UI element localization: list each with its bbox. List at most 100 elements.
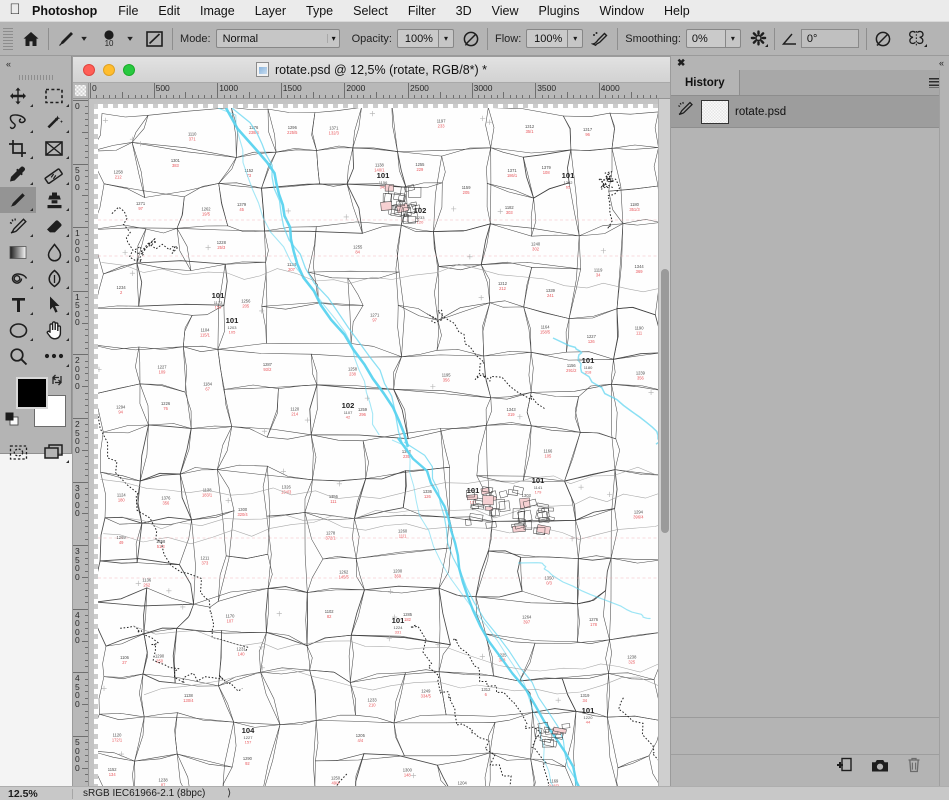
document-title-bar[interactable]: rotate.psd @ 12,5% (rotate, RGB/8*) * (73, 57, 670, 83)
path-arrow-icon (49, 296, 59, 313)
chevron-down-icon[interactable]: ▾ (81, 34, 87, 43)
brush-panel-toggle-icon[interactable] (144, 29, 165, 49)
opacity-control[interactable]: 100% ▾ (396, 29, 454, 48)
symmetry-butterfly-icon[interactable] (906, 30, 927, 48)
status-expand-chevron-icon[interactable]: ⟩ (205, 788, 231, 799)
menu-file[interactable]: File (108, 4, 148, 18)
dodge-tool[interactable] (0, 265, 36, 291)
menu-help[interactable]: Help (654, 4, 700, 18)
history-brush-tool[interactable] (0, 213, 36, 239)
frame-tool[interactable] (36, 135, 72, 161)
tab-history[interactable]: History (671, 70, 740, 95)
ruler-label: 3500 (537, 83, 557, 93)
drag-grip-icon[interactable] (0, 71, 71, 83)
lasso-tool[interactable] (0, 109, 36, 135)
horizontal-ruler[interactable]: 0 500 1000 1500 2000 2500 3000 3500 4000 (89, 83, 670, 99)
opacity-stepper-icon[interactable]: ▾ (438, 29, 454, 48)
pressure-size-icon[interactable] (874, 30, 892, 48)
app-name-label[interactable]: Photoshop (30, 4, 108, 18)
brush-size-chevron-icon[interactable]: ▾ (127, 34, 133, 43)
gradient-tool[interactable] (0, 239, 36, 265)
history-state-row[interactable]: rotate.psd (671, 96, 949, 128)
flow-value[interactable]: 100% (526, 29, 569, 48)
spot-healing-brush-tool[interactable] (36, 161, 72, 187)
blur-tool[interactable] (36, 239, 72, 265)
ruler-minor-tick (85, 443, 88, 445)
apple-logo-icon[interactable]:  (0, 2, 30, 19)
close-dock-icon[interactable]: ✖ (677, 58, 685, 69)
cadastral-parcel-map[interactable]: 1110 371 1276 238/4 1296 225/5 1371 132/3 1197 23… (98, 108, 658, 787)
menu-edit[interactable]: Edit (148, 4, 190, 18)
edit-toolbar-tool[interactable] (36, 343, 72, 369)
minimize-window-button[interactable] (103, 63, 115, 76)
pressure-opacity-icon[interactable] (462, 30, 480, 48)
eyedropper-tool[interactable] (0, 161, 36, 187)
canvas-viewport[interactable]: 1110 371 1276 238/4 1296 225/5 1371 132/3 1197 23… (89, 99, 658, 787)
eraser-tool[interactable] (36, 213, 72, 239)
blend-mode-select[interactable]: Normal ▾ (215, 29, 340, 48)
smoothing-options-gear-icon[interactable] (750, 30, 768, 47)
menu-select[interactable]: Select (343, 4, 398, 18)
menu-type[interactable]: Type (296, 4, 343, 18)
menu-image[interactable]: Image (190, 4, 245, 18)
screen-mode-icon[interactable] (36, 439, 72, 465)
zoom-level-field[interactable]: 12.5% (0, 788, 72, 800)
ruler-minor-tick (85, 659, 88, 661)
clone-stamp-tool[interactable] (36, 187, 72, 213)
close-window-button[interactable] (83, 63, 95, 76)
default-colors-icon[interactable] (4, 411, 20, 432)
menu-layer[interactable]: Layer (245, 4, 296, 18)
menu-3d[interactable]: 3D (446, 4, 482, 18)
vertical-ruler[interactable]: 0 500 1000 1500 2000 2500 3000 3500 4000 4500 5000 (73, 99, 89, 787)
ruler-minor-tick (85, 430, 88, 432)
ruler-minor-tick (179, 95, 181, 98)
type-tool[interactable] (0, 291, 36, 317)
path-selection-tool[interactable] (36, 291, 72, 317)
delete-state-button[interactable] (907, 757, 921, 778)
menu-window[interactable]: Window (590, 4, 654, 18)
ruler-minor-tick (636, 95, 638, 98)
brush-tool[interactable] (0, 187, 36, 213)
ruler-minor-tick (299, 95, 301, 98)
collapse-dock-icon[interactable]: « (939, 58, 944, 68)
rectangular-marquee-tool[interactable] (36, 83, 72, 109)
quick-mask-icon[interactable] (0, 439, 36, 465)
smoothing-control[interactable]: 0% ▾ (685, 29, 741, 48)
menu-filter[interactable]: Filter (398, 4, 446, 18)
crop-tool[interactable] (0, 135, 36, 161)
ruler-minor-tick (274, 95, 276, 98)
ellipse-tool[interactable] (0, 317, 36, 343)
create-document-from-state-button[interactable] (836, 757, 853, 778)
home-icon[interactable] (21, 29, 41, 49)
menu-view[interactable]: View (482, 4, 529, 18)
create-new-snapshot-button[interactable] (871, 758, 889, 778)
smoothing-value[interactable]: 0% (685, 29, 726, 48)
maximize-window-button[interactable] (123, 63, 135, 76)
ruler-minor-tick (85, 462, 88, 464)
flow-label: Flow: (494, 32, 522, 45)
ruler-minor-tick (567, 92, 568, 98)
move-tool[interactable] (0, 83, 36, 109)
foreground-color-swatch[interactable] (16, 377, 48, 409)
zoom-tool[interactable] (0, 343, 36, 369)
smoothing-stepper-icon[interactable]: ▾ (725, 29, 741, 48)
brush-size-preview[interactable]: 10 (96, 29, 122, 48)
ruler-minor-tick (261, 95, 263, 98)
hand-tool[interactable] (36, 317, 72, 343)
collapse-panel-icon[interactable]: « (0, 56, 71, 71)
brush-preset-picker[interactable]: ▾ (56, 29, 87, 49)
flow-control[interactable]: 100% ▾ (526, 29, 584, 48)
canvas-vertical-scrollbar[interactable] (658, 99, 670, 787)
opacity-value[interactable]: 100% (396, 29, 439, 48)
vertical-scroll-thumb[interactable] (661, 269, 669, 533)
ruler-label: 500 (75, 164, 80, 192)
brush-angle-input[interactable]: 0° (800, 29, 859, 48)
airbrush-icon[interactable] (591, 30, 610, 48)
object-selection-tool[interactable] (36, 109, 72, 135)
flow-stepper-icon[interactable]: ▾ (568, 29, 584, 48)
pen-tool[interactable] (36, 265, 72, 291)
options-bar-grip[interactable] (3, 27, 13, 50)
menu-plugins[interactable]: Plugins (529, 4, 590, 18)
swap-colors-icon[interactable] (50, 373, 64, 390)
ruler-corner[interactable] (73, 83, 89, 99)
